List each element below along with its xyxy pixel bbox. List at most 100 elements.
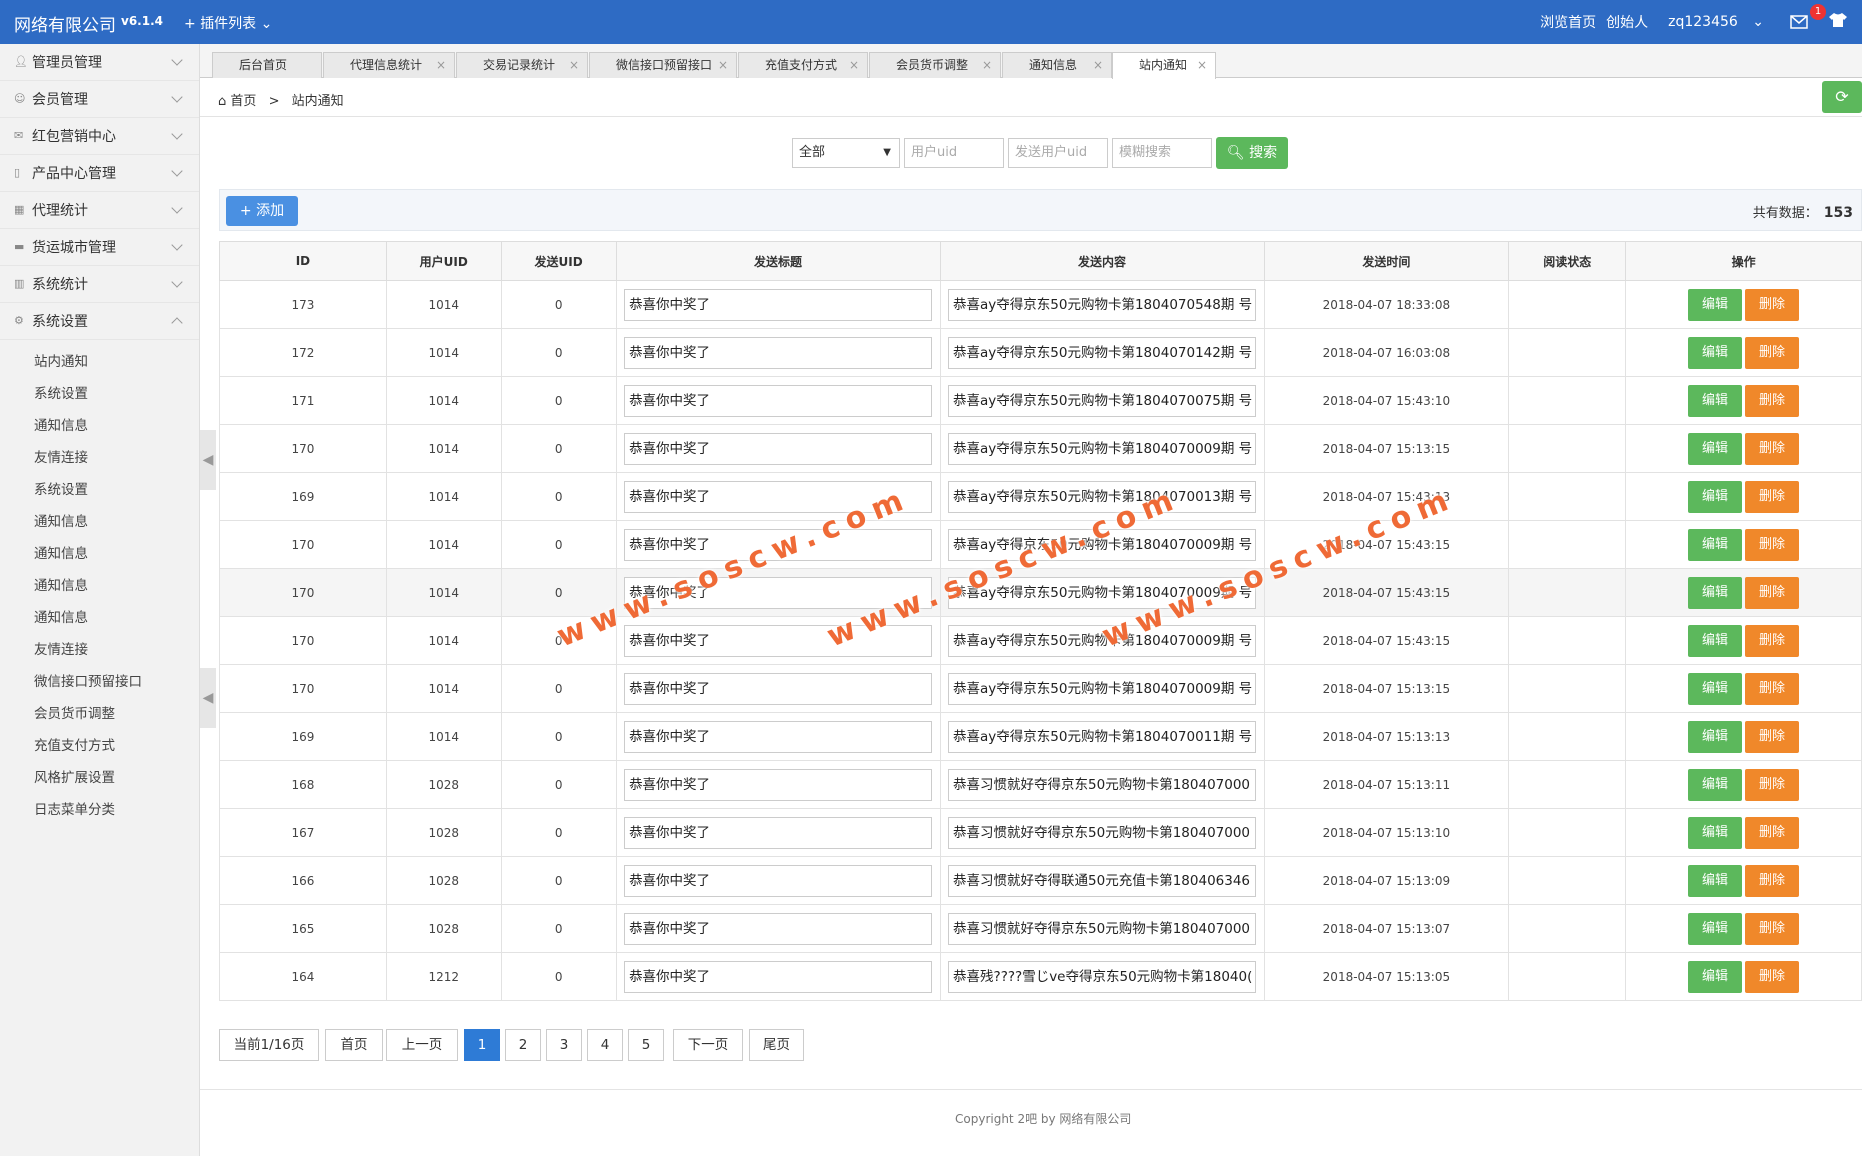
sidebar-subitem[interactable]: 充值支付方式	[0, 730, 199, 762]
content-field[interactable]: 恭喜ay夺得京东50元购物卡第1804070548期 号	[948, 288, 1257, 321]
plugin-list-menu[interactable]: + 插件列表 ⌄	[184, 13, 272, 33]
username-menu[interactable]: zq123456 ⌄	[1658, 14, 1764, 30]
close-icon[interactable]: ×	[569, 53, 579, 78]
fuzzy-search-input[interactable]: 模糊搜索	[1112, 138, 1212, 168]
content-field[interactable]: 恭喜残????雪じve夺得京东50元购物卡第18040(	[948, 960, 1257, 993]
close-icon[interactable]: ×	[436, 53, 446, 78]
next-page-button[interactable]: 下一页	[673, 1029, 743, 1061]
title-field[interactable]: 恭喜你中奖了	[624, 432, 933, 465]
sidebar-subitem[interactable]: 会员货币调整	[0, 698, 199, 730]
sidebar-subitem[interactable]: 友情连接	[0, 634, 199, 666]
title-field[interactable]: 恭喜你中奖了	[624, 672, 933, 705]
page-4-button[interactable]: 4	[587, 1029, 623, 1061]
edit-button[interactable]: 编辑	[1688, 336, 1743, 369]
title-field[interactable]: 恭喜你中奖了	[624, 720, 933, 753]
sidebar-item-2[interactable]: ✉ 红包营销中心	[0, 118, 199, 155]
sidebar-subitem[interactable]: 微信接口预留接口	[0, 666, 199, 698]
browse-home-link[interactable]: 浏览首页	[1540, 12, 1596, 32]
delete-button[interactable]: 删除	[1745, 960, 1800, 993]
sidebar-subitem[interactable]: 系统设置	[0, 378, 199, 410]
content-field[interactable]: 恭喜习惯就好夺得京东50元购物卡第180407000	[948, 816, 1257, 849]
sidebar-item-6[interactable]: ▥ 系统统计	[0, 266, 199, 303]
edit-button[interactable]: 编辑	[1688, 720, 1743, 753]
close-icon[interactable]: ×	[1093, 53, 1103, 78]
title-field[interactable]: 恭喜你中奖了	[624, 336, 933, 369]
edit-button[interactable]: 编辑	[1688, 960, 1743, 993]
title-field[interactable]: 恭喜你中奖了	[624, 384, 933, 417]
send-uid-input[interactable]: 发送用户uid	[1008, 138, 1108, 168]
sidebar-collapse-handle[interactable]: ◀	[200, 668, 216, 728]
delete-button[interactable]: 删除	[1745, 480, 1800, 513]
title-field[interactable]: 恭喜你中奖了	[624, 288, 933, 321]
title-field[interactable]: 恭喜你中奖了	[624, 960, 933, 993]
edit-button[interactable]: 编辑	[1688, 912, 1743, 945]
edit-button[interactable]: 编辑	[1688, 768, 1743, 801]
mail-button[interactable]: 1	[1790, 4, 1826, 29]
add-button[interactable]: + 添加	[226, 196, 298, 226]
breadcrumb-home[interactable]: 首页	[230, 94, 256, 109]
sidebar-item-5[interactable]: ▬ 货运城市管理	[0, 229, 199, 266]
edit-button[interactable]: 编辑	[1688, 480, 1743, 513]
content-field[interactable]: 恭喜习惯就好夺得京东50元购物卡第180407000	[948, 912, 1257, 945]
tab-6[interactable]: 通知信息 ×	[1002, 52, 1112, 78]
sidebar-collapse-handle[interactable]: ◀	[200, 430, 216, 490]
delete-button[interactable]: 删除	[1745, 816, 1800, 849]
edit-button[interactable]: 编辑	[1688, 576, 1743, 609]
edit-button[interactable]: 编辑	[1688, 816, 1743, 849]
edit-button[interactable]: 编辑	[1688, 384, 1743, 417]
theme-button[interactable]	[1828, 12, 1848, 32]
content-field[interactable]: 恭喜习惯就好夺得京东50元购物卡第180407000	[948, 768, 1257, 801]
sidebar-item-7[interactable]: ⚙ 系统设置	[0, 303, 199, 340]
delete-button[interactable]: 删除	[1745, 912, 1800, 945]
page-1-button[interactable]: 1	[464, 1029, 500, 1061]
delete-button[interactable]: 删除	[1745, 528, 1800, 561]
edit-button[interactable]: 编辑	[1688, 672, 1743, 705]
page-3-button[interactable]: 3	[546, 1029, 582, 1061]
title-field[interactable]: 恭喜你中奖了	[624, 768, 933, 801]
sidebar-item-3[interactable]: ▯ 产品中心管理	[0, 155, 199, 192]
prev-page-button[interactable]: 上一页	[386, 1029, 458, 1061]
close-icon[interactable]: ×	[982, 53, 992, 78]
edit-button[interactable]: 编辑	[1688, 864, 1743, 897]
page-2-button[interactable]: 2	[505, 1029, 541, 1061]
edit-button[interactable]: 编辑	[1688, 432, 1743, 465]
close-icon[interactable]: ×	[718, 53, 728, 78]
delete-button[interactable]: 删除	[1745, 864, 1800, 897]
tab-3[interactable]: 微信接口预留接口 ×	[589, 52, 737, 78]
last-page-button[interactable]: 尾页	[749, 1029, 804, 1061]
content-field[interactable]: 恭喜ay夺得京东50元购物卡第1804070009期 号	[948, 672, 1257, 705]
tab-2[interactable]: 交易记录统计 ×	[456, 52, 588, 78]
delete-button[interactable]: 删除	[1745, 624, 1800, 657]
first-page-button[interactable]: 首页	[325, 1029, 383, 1061]
tab-4[interactable]: 充值支付方式 ×	[738, 52, 868, 78]
sidebar-subitem[interactable]: 通知信息	[0, 570, 199, 602]
delete-button[interactable]: 删除	[1745, 336, 1800, 369]
delete-button[interactable]: 删除	[1745, 768, 1800, 801]
content-field[interactable]: 恭喜ay夺得京东50元购物卡第1804070011期 号	[948, 720, 1257, 753]
content-field[interactable]: 恭喜ay夺得京东50元购物卡第1804070009期 号	[948, 432, 1257, 465]
page-5-button[interactable]: 5	[628, 1029, 664, 1061]
sidebar-subitem[interactable]: 日志菜单分类	[0, 794, 199, 826]
edit-button[interactable]: 编辑	[1688, 288, 1743, 321]
sidebar-subitem[interactable]: 通知信息	[0, 538, 199, 570]
refresh-button[interactable]: ⟳	[1822, 81, 1862, 113]
tab-1[interactable]: 代理信息统计 ×	[323, 52, 455, 78]
close-icon[interactable]: ×	[1197, 53, 1207, 78]
edit-button[interactable]: 编辑	[1688, 624, 1743, 657]
search-button[interactable]: 🔍︎ 搜索	[1216, 137, 1288, 169]
sidebar-item-1[interactable]: ☺ 会员管理	[0, 81, 199, 118]
sidebar-item-0[interactable]: 👤︎ 管理员管理	[0, 44, 199, 81]
delete-button[interactable]: 删除	[1745, 576, 1800, 609]
delete-button[interactable]: 删除	[1745, 720, 1800, 753]
sidebar-subitem[interactable]: 通知信息	[0, 602, 199, 634]
title-field[interactable]: 恭喜你中奖了	[624, 864, 933, 897]
sidebar-subitem[interactable]: 通知信息	[0, 410, 199, 442]
delete-button[interactable]: 删除	[1745, 432, 1800, 465]
delete-button[interactable]: 删除	[1745, 288, 1800, 321]
close-icon[interactable]: ×	[849, 53, 859, 78]
sidebar-subitem[interactable]: 风格扩展设置	[0, 762, 199, 794]
tab-0[interactable]: 后台首页	[212, 52, 322, 78]
category-select[interactable]: 全部 ▼	[792, 138, 900, 168]
tab-7[interactable]: 站内通知 ×	[1112, 52, 1216, 79]
delete-button[interactable]: 删除	[1745, 384, 1800, 417]
